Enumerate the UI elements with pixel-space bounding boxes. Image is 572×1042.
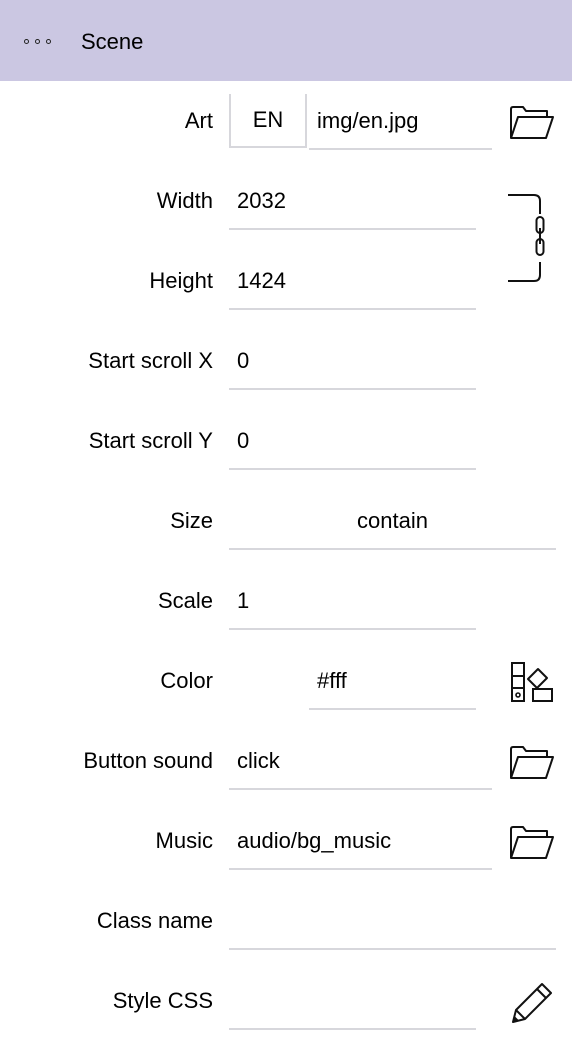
class-name-label: Class name (96, 908, 213, 933)
class-name-underline (229, 948, 556, 950)
width-label: Width (156, 188, 213, 213)
width-input-underline (229, 228, 476, 230)
scale-label: Scale (157, 588, 213, 613)
color-input[interactable]: #fff (317, 667, 347, 695)
art-input[interactable]: img/en.jpg (317, 107, 419, 135)
pencil-icon[interactable] (509, 980, 555, 1026)
music-label: Music (155, 828, 213, 853)
art-language-button[interactable]: EN (229, 94, 307, 148)
style-css-underline (229, 1028, 476, 1030)
height-input[interactable]: 1424 (237, 267, 286, 295)
start-scroll-x-underline (229, 388, 476, 390)
width-input[interactable]: 2032 (237, 187, 286, 215)
chain-link-icon[interactable] (506, 192, 546, 284)
start-scroll-y-underline (229, 468, 476, 470)
color-input-underline (309, 708, 476, 710)
button-sound-label: Button sound (83, 748, 213, 773)
height-input-underline (229, 308, 476, 310)
button-sound-underline (229, 788, 492, 790)
scale-input-underline (229, 628, 476, 630)
art-input-underline (309, 148, 492, 150)
panel-title: Scene (81, 29, 144, 54)
size-label: Size (170, 508, 213, 533)
style-css-label: Style CSS (112, 988, 213, 1013)
height-label: Height (149, 268, 213, 293)
art-label: Art (184, 108, 213, 133)
start-scroll-y-label: Start scroll Y (88, 428, 213, 453)
button-sound-input[interactable]: click (237, 747, 280, 775)
art-folder-icon[interactable] (509, 103, 555, 141)
color-label: Color (160, 668, 213, 693)
size-select[interactable]: contain (229, 507, 556, 535)
size-select-underline (229, 548, 556, 550)
panel-header: Scene (0, 0, 572, 81)
start-scroll-y-input[interactable]: 0 (237, 427, 249, 455)
start-scroll-x-label: Start scroll X (88, 348, 213, 373)
button-sound-folder-icon[interactable] (509, 743, 555, 781)
music-input[interactable]: audio/bg_music (237, 827, 391, 855)
palette-icon[interactable] (509, 660, 555, 704)
scale-input[interactable]: 1 (237, 587, 249, 615)
start-scroll-x-input[interactable]: 0 (237, 347, 249, 375)
music-input-underline (229, 868, 492, 870)
music-folder-icon[interactable] (509, 823, 555, 861)
